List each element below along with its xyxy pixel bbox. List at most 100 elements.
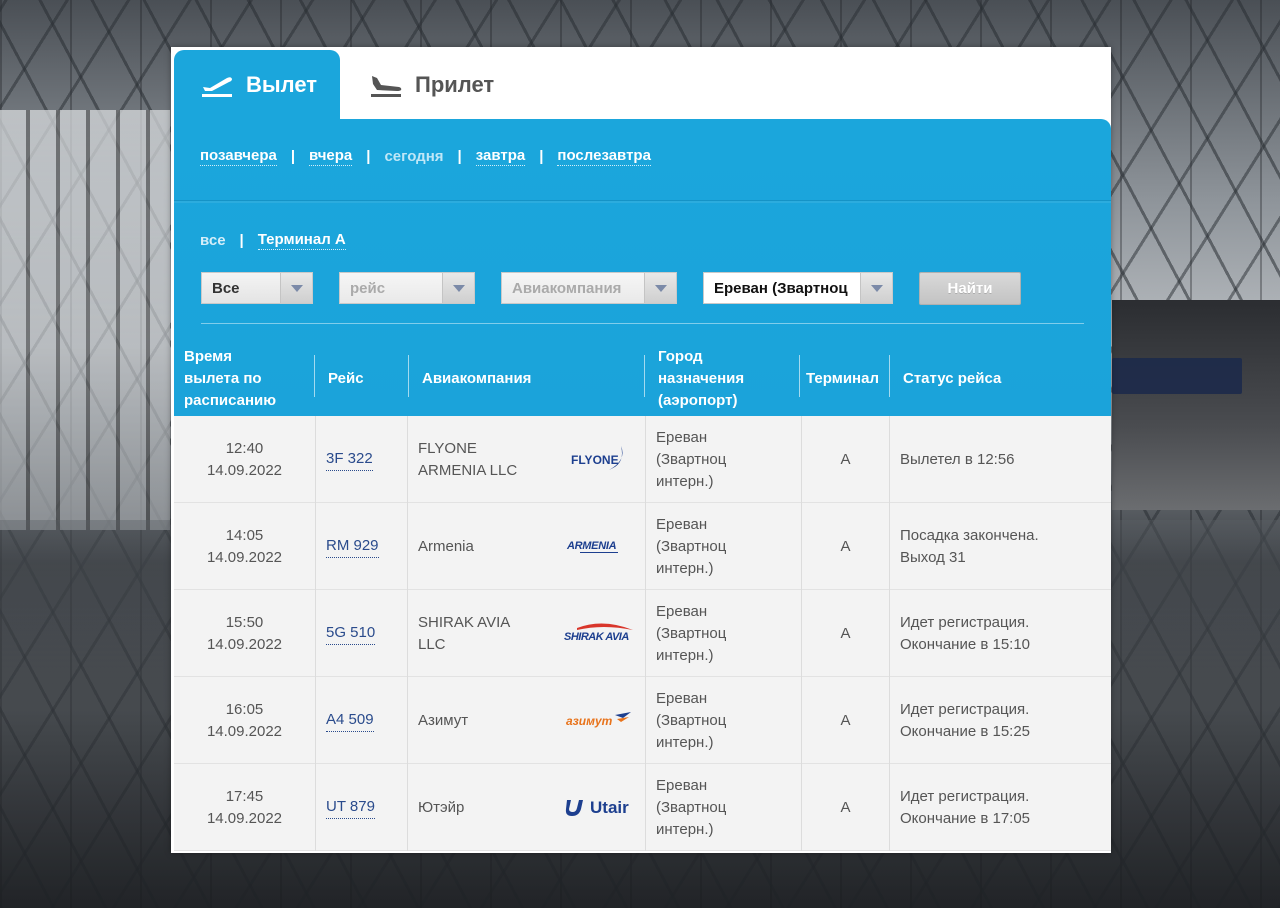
day-link-yesterday[interactable]: вчера [309,147,353,166]
departure-time-cell: 12:40 14.09.2022 [174,416,316,503]
destination-line: интерн.) [656,820,714,838]
destination-line: интерн.) [656,472,714,490]
airline-name-line: SHIRAK AVIA [418,613,511,631]
terminal-cell: A [802,503,890,590]
status-cell: Вылетел в 12:56 [890,416,1111,503]
terminal-cell: A [802,590,890,677]
city-select[interactable]: Ереван (Звартноц [703,272,893,304]
column-header-flight: Рейс [328,369,364,387]
chevron-down-icon[interactable] [280,273,312,303]
column-header-terminal: Терминал [806,369,879,387]
terminal-all-link[interactable]: все [200,232,226,249]
column-header-time: Время вылета по расписанию [184,341,314,416]
airline-select[interactable]: Авиакомпания [501,272,677,304]
airline-cell: Armenia ARMENIA [408,503,646,590]
flight-number-cell: UT 879 [316,764,408,851]
status-line: Окончание в 17:05 [900,809,1031,827]
airline-cell: Ютэйр Utair [408,764,646,851]
day-link-day-after-tomorrow[interactable]: послезавтра [557,147,651,166]
flight-select-placeholder: рейс [350,279,386,297]
column-header-city-line: Город [658,347,703,365]
day-link-day-before-yesterday[interactable]: позавчера [200,147,277,166]
flight-number-link[interactable]: RM 929 [326,535,379,558]
table-row[interactable]: 12:40 14.09.2022 3F 322 FLYONE ARMENIA L… [174,416,1111,503]
flight-number-link[interactable]: 5G 510 [326,622,376,645]
column-divider [314,355,315,397]
chevron-down-icon[interactable] [442,273,474,303]
find-button[interactable]: Найти [919,272,1021,305]
flight-number-cell: 5G 510 [316,590,408,677]
status-line: Окончание в 15:10 [900,635,1031,653]
destination-line: Ереван [656,776,708,794]
terminal-cell: A [802,764,890,851]
table-row[interactable]: 17:45 14.09.2022 UT 879 Ютэйр Utair Ерев… [174,764,1111,851]
destination-cell: Ереван (Звартноц интерн.) [646,764,802,851]
table-header: Время вылета по расписанию Рейс Авиакомп… [174,341,1111,416]
table-row[interactable]: 16:05 14.09.2022 A4 509 Азимут азимут Ер… [174,677,1111,764]
destination-line: интерн.) [656,646,714,664]
airline-name: Ютэйр [418,797,558,819]
table-row[interactable]: 15:50 14.09.2022 5G 510 SHIRAK AVIA LLC … [174,590,1111,677]
column-header-time-line: расписанию [184,391,277,409]
terminal-a-link[interactable]: Терминал A [257,231,346,250]
background-glass-wall [0,110,170,530]
status-line: Вылетел в 12:56 [900,450,1015,468]
airline-logo-azimut: азимут [563,703,635,737]
tab-departures[interactable]: Вылет [174,50,340,119]
terminal-filter: все | Терминал A [200,231,346,250]
airline-name: Азимут [418,710,558,732]
status-cell: Идет регистрация. Окончание в 15:25 [890,677,1111,764]
airline-name-line: Азимут [418,711,469,729]
svg-text:Utair: Utair [590,798,629,817]
destination-line: (Звартноц [656,711,727,729]
departure-time-cell: 14:05 14.09.2022 [174,503,316,590]
destination-line: (Звартноц [656,450,727,468]
departure-time-cell: 15:50 14.09.2022 [174,590,316,677]
column-divider [644,355,645,397]
departure-time: 14:05 [225,526,264,544]
destination-line: Ереван [656,515,708,533]
chevron-down-icon[interactable] [644,273,676,303]
column-header-city-line: (аэропорт) [658,391,738,409]
departure-time-cell: 16:05 14.09.2022 [174,677,316,764]
svg-text:ARMENIA: ARMENIA [566,540,617,552]
flight-number-link[interactable]: UT 879 [326,796,375,819]
plane-landing-icon [371,75,402,97]
day-link-today[interactable]: сегодня [384,148,443,166]
flight-select[interactable]: рейс [339,272,475,304]
status-select[interactable]: Все [201,272,313,304]
separator: | [290,148,296,165]
status-line: Идет регистрация. [900,787,1030,805]
background-hall [1112,300,1280,510]
terminal-cell: A [802,416,890,503]
destination-cell: Ереван (Звартноц интерн.) [646,590,802,677]
departure-date: 14.09.2022 [206,722,283,740]
departure-time-cell: 17:45 14.09.2022 [174,764,316,851]
flight-number-cell: RM 929 [316,503,408,590]
airline-logo-utair: Utair [563,790,635,824]
destination-cell: Ереван (Звартноц интерн.) [646,416,802,503]
airline-cell: Азимут азимут [408,677,646,764]
chevron-down-icon[interactable] [860,273,892,303]
airline-name: FLYONE ARMENIA LLC [418,438,558,482]
status-cell: Посадка закончена. Выход 31 [890,503,1111,590]
tab-arrivals[interactable]: Прилет [369,50,549,119]
status-line: Окончание в 15:25 [900,722,1031,740]
flight-board-panel: Вылет Прилет позавчера | вчера | сегодня… [171,47,1111,853]
departure-time: 17:45 [225,787,264,805]
status-cell: Идет регистрация. Окончание в 17:05 [890,764,1111,851]
destination-line: интерн.) [656,733,714,751]
airline-cell: FLYONE ARMENIA LLC FLYONE [408,416,646,503]
airline-logo-shirak-avia: SHIRAK AVIA [563,616,635,650]
destination-line: Ереван [656,428,708,446]
background-sign [1112,358,1242,394]
day-link-tomorrow[interactable]: завтра [475,147,526,166]
table-row[interactable]: 14:05 14.09.2022 RM 929 Armenia ARMENIA [174,503,1111,590]
destination-line: (Звартноц [656,798,727,816]
flight-number-link[interactable]: A4 509 [326,709,374,732]
flight-number-link[interactable]: 3F 322 [326,448,373,471]
destination-line: Ереван [656,689,708,707]
departure-time: 12:40 [225,439,264,457]
destination-line: (Звартноц [656,537,727,555]
status-line: Идет регистрация. [900,613,1030,631]
